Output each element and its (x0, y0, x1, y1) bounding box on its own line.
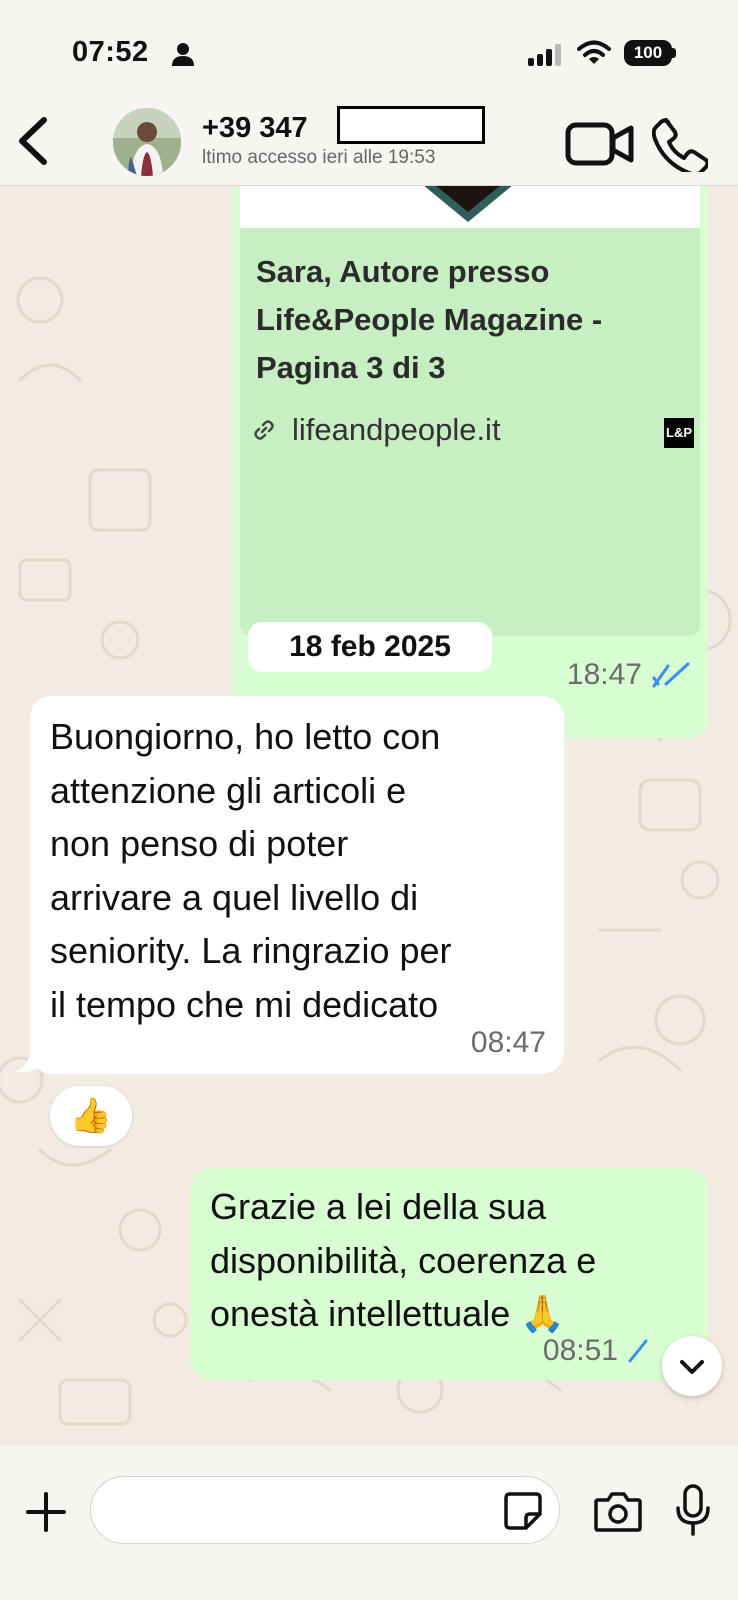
date-separator: 18 feb 2025 (248, 622, 492, 672)
last-seen-status: ltimo accesso ieri alle 19:53 (202, 147, 436, 168)
site-logo: L&P (664, 418, 694, 448)
outgoing-message[interactable]: Grazie a lei della sua disponibilità, co… (190, 1168, 708, 1380)
message-input[interactable] (90, 1476, 560, 1544)
link-url[interactable]: lifeandpeople.it (292, 412, 501, 448)
link-preview-title: Sara, Autore presso Life&People Magazine… (256, 254, 603, 385)
incoming-message[interactable]: Buongiorno, ho letto con attenzione gli … (30, 696, 564, 1074)
outgoing-message-text: Grazie a lei della sua disponibilità, co… (210, 1186, 597, 1334)
voice-call-button[interactable] (652, 116, 708, 172)
message-time: 18:47 (566, 658, 642, 691)
message-time: 08:47 (470, 1026, 546, 1059)
contact-avatar[interactable] (113, 108, 181, 176)
scroll-to-bottom-button[interactable] (662, 1336, 722, 1396)
double-check-read-icon (652, 662, 690, 688)
wifi-icon (577, 40, 611, 64)
status-clock: 07:52 (72, 36, 149, 68)
battery-indicator: 100 (624, 40, 676, 66)
message-time: 08:51 (542, 1334, 618, 1367)
battery-tip (672, 48, 676, 58)
camera-button[interactable] (594, 1490, 642, 1532)
link-preview-card[interactable]: Sara, Autore presso Life&People Magazine… (240, 186, 700, 636)
video-call-button[interactable] (565, 120, 635, 168)
microphone-button[interactable] (676, 1484, 710, 1536)
person-icon (172, 43, 194, 66)
cellular-signal-icon (528, 44, 561, 66)
preview-thumbnail (424, 186, 512, 222)
battery-level: 100 (624, 40, 672, 66)
link-icon (254, 420, 274, 440)
message-composer (0, 1446, 738, 1600)
incoming-message-text: Buongiorno, ho letto con attenzione gli … (50, 716, 452, 1025)
message-meta: 08:51 (543, 1334, 648, 1368)
message-meta: 18:47 (567, 658, 692, 692)
check-delivered-icon (628, 1339, 648, 1363)
reaction-thumbs-up[interactable]: 👍 (50, 1086, 132, 1146)
status-bar: 07:52 100 (0, 0, 738, 100)
chat-header: +39 347 ltimo accesso ieri alle 19:53 (0, 100, 738, 186)
sticker-button[interactable] (504, 1492, 542, 1530)
link-url-row[interactable]: lifeandpeople.it L&P (254, 412, 694, 452)
message-list[interactable]: Sara, Autore presso Life&People Magazine… (0, 186, 738, 1446)
attach-plus-button[interactable] (24, 1490, 68, 1534)
avatar-photo (113, 108, 181, 176)
redacted-number-box (337, 106, 485, 144)
contact-name[interactable]: +39 347 (202, 112, 308, 145)
back-button[interactable] (14, 114, 54, 168)
link-preview-image (240, 186, 700, 228)
